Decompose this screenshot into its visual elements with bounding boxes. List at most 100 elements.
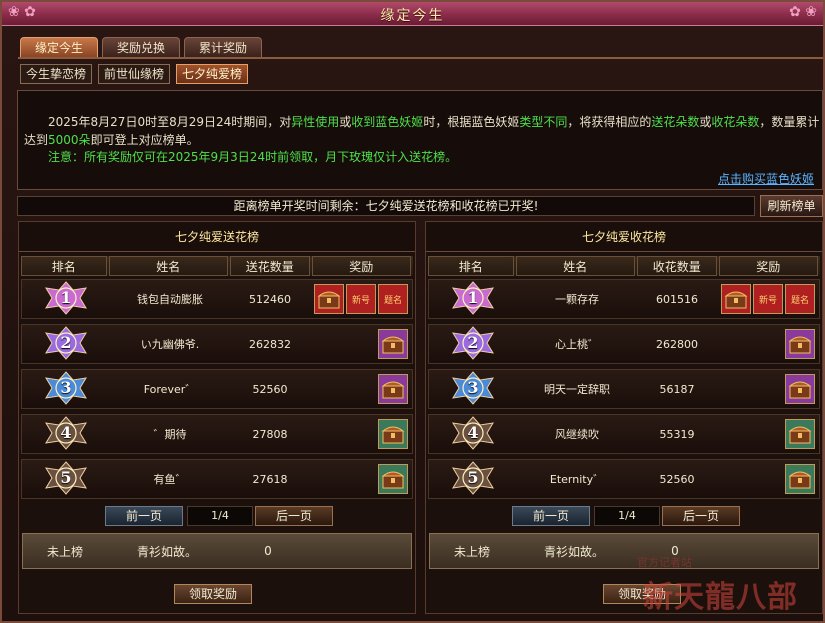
claim-reward-button[interactable]: 领取奖励 bbox=[603, 584, 681, 604]
col-count: 送花数量 bbox=[229, 256, 310, 276]
reward-chest-icon[interactable] bbox=[785, 464, 815, 494]
rank-badge-icon: 3 bbox=[42, 370, 90, 406]
rank-cell: 5 bbox=[429, 459, 517, 499]
reward-title-badge[interactable]: 题名 bbox=[378, 284, 408, 314]
reward-chest-icon[interactable] bbox=[785, 329, 815, 359]
desc-highlight: 异性使用 bbox=[291, 115, 340, 129]
reward-title-badge[interactable]: 题名 bbox=[785, 284, 815, 314]
reward-chest-icon[interactable] bbox=[314, 284, 344, 314]
rank-number: 4 bbox=[60, 423, 72, 442]
desc-text: 时，根据蓝色妖姬 bbox=[423, 115, 520, 129]
claim-reward-button[interactable]: 领取奖励 bbox=[174, 584, 252, 604]
rank-cell: 2 bbox=[429, 324, 517, 364]
desc-highlight: 收花朵数 bbox=[711, 115, 760, 129]
rank-number: 3 bbox=[467, 378, 479, 397]
pager: 前一页 1/4 后一页 bbox=[428, 506, 820, 526]
next-page-button[interactable]: 后一页 bbox=[255, 506, 333, 526]
send-flower-board: 七夕纯爱送花榜 排名 姓名 送花数量 奖励 1 钱包自动膨胀 512460 新号 题名 2… bbox=[18, 221, 416, 614]
flower-count: 56187 bbox=[659, 382, 695, 396]
rank-number: 1 bbox=[467, 288, 479, 307]
flower-count: 512460 bbox=[249, 292, 291, 306]
rank-cell: 1 bbox=[22, 279, 110, 319]
buy-blue-rose-link[interactable]: 点击购买蓝色妖姬 bbox=[718, 170, 814, 187]
reward-items bbox=[310, 374, 410, 404]
reward-items: 新号 题名 bbox=[717, 284, 817, 314]
rank-cell: 4 bbox=[22, 414, 110, 454]
col-reward: 奖励 bbox=[311, 256, 412, 276]
column-headers: 排名 姓名 收花数量 奖励 bbox=[428, 256, 820, 276]
rank-number: 2 bbox=[467, 333, 479, 352]
rank-badge-icon: 1 bbox=[42, 280, 90, 316]
rank-number: 1 bbox=[60, 288, 72, 307]
table-row: 3 明天一定辞职 56187 bbox=[428, 369, 820, 409]
player-name: 钱包自动膨胀 bbox=[137, 293, 203, 306]
refresh-board-button[interactable]: 刷新榜单 bbox=[760, 195, 823, 217]
board-title: 七夕纯爱送花榜 bbox=[19, 222, 415, 252]
prev-page-button[interactable]: 前一页 bbox=[512, 506, 590, 526]
desc-text: 2025年8月27日0时至8月29日24时期间，对 bbox=[48, 115, 292, 129]
rank-number: 5 bbox=[60, 468, 72, 487]
tab-yuanding[interactable]: 缘定今生 bbox=[20, 37, 99, 57]
subtab-qixi[interactable]: 七夕纯爱榜 bbox=[176, 64, 249, 84]
reward-items bbox=[717, 419, 817, 449]
col-rank: 排名 bbox=[428, 256, 514, 276]
tab-cumulative-reward[interactable]: 累计奖励 bbox=[184, 37, 263, 57]
reward-chest-icon[interactable] bbox=[785, 374, 815, 404]
page-indicator: 1/4 bbox=[594, 506, 660, 526]
receive-flower-board: 七夕纯爱收花榜 排名 姓名 收花数量 奖励 1 一颗存存 601516 新号 题名 2 心上… bbox=[425, 221, 823, 614]
rank-cell: 2 bbox=[22, 324, 110, 364]
reward-chest-icon[interactable] bbox=[378, 419, 408, 449]
desc-highlight: 类型不同 bbox=[519, 115, 568, 129]
reward-chest-icon[interactable] bbox=[378, 464, 408, 494]
subtab-qianshi[interactable]: 前世仙缘榜 bbox=[98, 64, 171, 84]
event-info-box: 2025年8月27日0时至8月29日24时期间，对异性使用或收到蓝色妖姬时，根据… bbox=[17, 90, 823, 190]
tab-reward-exchange[interactable]: 奖励兑换 bbox=[102, 37, 181, 57]
page-indicator: 1/4 bbox=[187, 506, 253, 526]
rank-cell: 3 bbox=[22, 369, 110, 409]
flower-count: 262800 bbox=[656, 337, 698, 351]
table-row: 1 一颗存存 601516 新号 题名 bbox=[428, 279, 820, 319]
window-title: 缘定今生 bbox=[380, 8, 445, 24]
flower-count: 27618 bbox=[252, 472, 288, 486]
next-page-button[interactable]: 后一页 bbox=[662, 506, 740, 526]
desc-highlight: 5000朵 bbox=[48, 133, 91, 147]
subtab-jinsheng[interactable]: 今生挚恋榜 bbox=[20, 64, 93, 84]
pager: 前一页 1/4 后一页 bbox=[21, 506, 413, 526]
col-name: 姓名 bbox=[108, 256, 228, 276]
rank-number: 3 bbox=[60, 378, 72, 397]
player-name: い九幽佛爷. bbox=[140, 338, 200, 351]
my-name: 青衫如故。 bbox=[543, 544, 604, 559]
board-subtabs: 今生挚恋榜 前世仙缘榜 七夕纯爱榜 bbox=[20, 64, 249, 84]
reward-chest-icon[interactable] bbox=[721, 284, 751, 314]
rank-badge-icon: 2 bbox=[42, 325, 90, 361]
player-name: Forever゛ bbox=[143, 383, 197, 396]
desc-text: 或 bbox=[699, 115, 712, 129]
col-name: 姓名 bbox=[515, 256, 635, 276]
rank-number: 2 bbox=[60, 333, 72, 352]
desc-text: ，将获得相应的 bbox=[567, 115, 652, 129]
board-title: 七夕纯爱收花榜 bbox=[426, 222, 822, 252]
reward-chest-icon[interactable] bbox=[785, 419, 815, 449]
desc-highlight: 送花朵数 bbox=[651, 115, 700, 129]
reward-chest-icon[interactable] bbox=[378, 374, 408, 404]
my-rank-status: 未上榜 bbox=[46, 544, 83, 559]
reward-title-badge[interactable]: 新号 bbox=[346, 284, 376, 314]
rank-badge-icon: 3 bbox=[449, 370, 497, 406]
table-row: 4 ゛期待 27808 bbox=[21, 414, 413, 454]
event-note: 注意：所有奖励仅可在2025年9月3日24时前领取，月下玫瑰仅计入送花榜。 bbox=[48, 150, 458, 164]
prev-page-button[interactable]: 前一页 bbox=[105, 506, 183, 526]
rank-cell: 3 bbox=[429, 369, 517, 409]
rank-number: 4 bbox=[467, 423, 479, 442]
player-name: Eternity゛ bbox=[549, 473, 605, 486]
reward-chest-icon[interactable] bbox=[378, 329, 408, 359]
main-tabs: 缘定今生 奖励兑换 累计奖励 bbox=[20, 37, 263, 59]
rank-cell: 4 bbox=[429, 414, 517, 454]
rank-cell: 1 bbox=[429, 279, 517, 319]
player-name: 明天一定辞职 bbox=[544, 383, 610, 396]
col-count: 收花数量 bbox=[636, 256, 717, 276]
my-count: 0 bbox=[264, 544, 272, 558]
reward-title-badge[interactable]: 新号 bbox=[753, 284, 783, 314]
reward-items bbox=[310, 464, 410, 494]
rank-badge-icon: 5 bbox=[42, 460, 90, 496]
player-name: 有鱼゛ bbox=[153, 473, 187, 486]
